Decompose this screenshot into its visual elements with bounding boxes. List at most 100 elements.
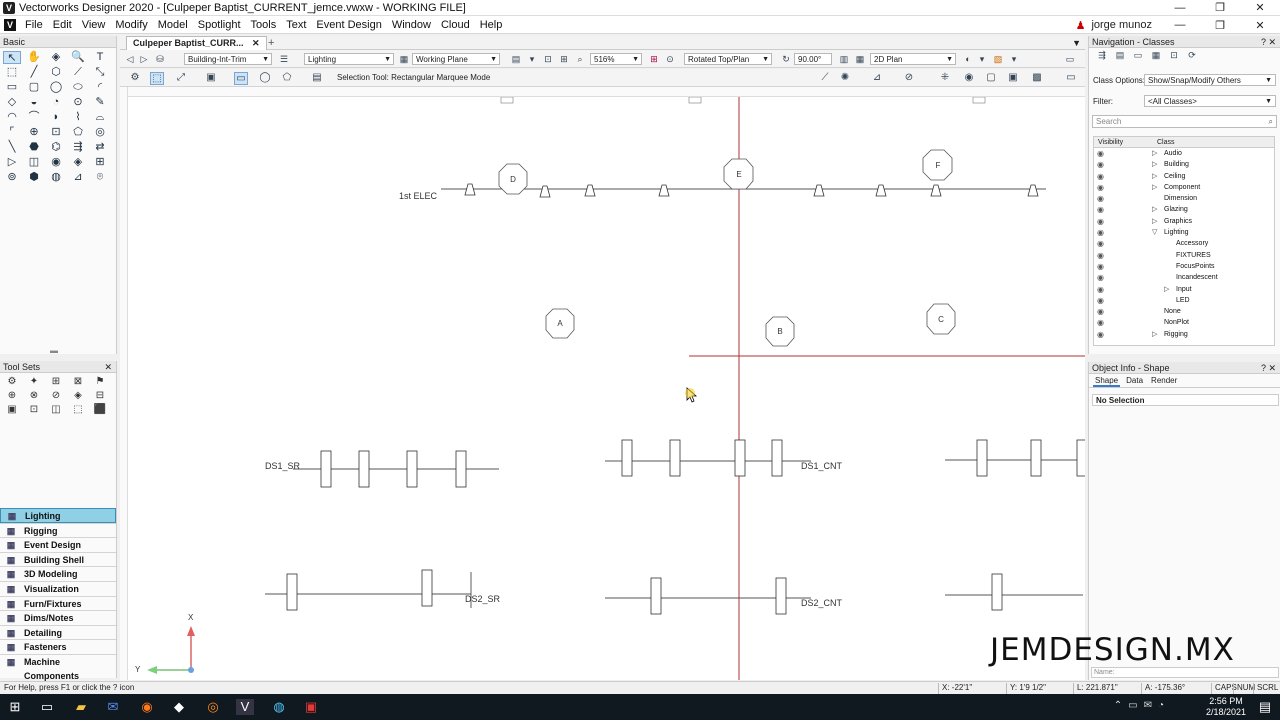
category-lighting[interactable]: ▦ Lighting — [0, 508, 116, 523]
saved-views-icon[interactable]: ▧ — [992, 53, 1004, 65]
expand-toggle-icon[interactable]: ▷ — [1152, 329, 1157, 340]
menu-spotlight[interactable]: Spotlight — [193, 19, 246, 31]
toolset-tool-3-icon[interactable]: ⊠ — [69, 376, 87, 388]
doc-restore-button[interactable]: ❐ — [1200, 19, 1240, 32]
more-icon[interactable]: ▭ — [1064, 72, 1078, 85]
visibility-eye-icon[interactable]: ◉ — [1097, 182, 1104, 193]
toolset-tool-8-icon[interactable]: ◈ — [69, 390, 87, 402]
class-row[interactable]: ◉ Incandescent — [1094, 272, 1274, 283]
dropdown-icon[interactable]: ▾ — [526, 53, 538, 65]
windows-start-icon[interactable]: ⊞ — [6, 699, 24, 715]
tab-render[interactable]: Render — [1149, 374, 1179, 387]
app-icon[interactable]: ◆ — [170, 699, 188, 715]
snap-surface-icon[interactable]: ▢ — [984, 72, 998, 85]
basic-tool-30-icon[interactable]: ╲ — [3, 141, 21, 154]
toolset-tool-13-icon[interactable]: ⬚ — [69, 404, 87, 416]
zoom-select[interactable]: 516% ▼ — [590, 53, 642, 65]
basic-tool-29-icon[interactable]: ◎ — [91, 126, 109, 139]
chrome-icon[interactable]: ◍ — [270, 699, 288, 715]
basic-tool-23-icon[interactable]: ⌇ — [69, 111, 87, 124]
notification-icon[interactable]: ♟ — [1076, 19, 1086, 32]
visibility-eye-icon[interactable]: ◉ — [1097, 204, 1104, 215]
transform-mode-icon[interactable]: ⤢ — [174, 72, 188, 85]
mail-icon[interactable]: ✉ — [104, 699, 122, 715]
lasso-mode-icon[interactable]: ◯ — [258, 72, 272, 85]
toolset-tool-12-icon[interactable]: ◫ — [47, 404, 65, 416]
layer-icon[interactable]: ☰ — [278, 53, 290, 65]
design-layers-icon[interactable]: ▤ — [1113, 50, 1127, 60]
doc-minimize-button[interactable]: — — [1160, 19, 1200, 31]
basic-tool-15-icon[interactable]: ◇ — [3, 96, 21, 109]
basic-tool-12-icon[interactable]: ◯ — [47, 81, 65, 94]
category-machine-components[interactable]: ▦ Machine Components — [0, 653, 116, 681]
visibility-eye-icon[interactable]: ◉ — [1097, 261, 1104, 272]
visibility-eye-icon[interactable]: ◉ — [1097, 216, 1104, 227]
class-row[interactable]: ◉ Dimension — [1094, 193, 1274, 204]
blender-icon[interactable]: ◎ — [204, 699, 222, 715]
expand-toggle-icon[interactable]: ▷ — [1164, 284, 1169, 295]
toolset-tool-4-icon[interactable]: ⚑ — [91, 376, 109, 388]
close-window-button[interactable]: ✕ — [1240, 0, 1280, 16]
class-row[interactable]: ◉ ▽ Lighting — [1094, 227, 1274, 238]
class-row[interactable]: ◉ ▷ Input — [1094, 284, 1274, 295]
flyover-icon[interactable]: ⊞ — [648, 53, 660, 65]
minimize-button[interactable]: — — [1160, 0, 1200, 16]
zoom-area-icon[interactable]: ⊞ — [558, 53, 570, 65]
classes-icon[interactable]: ⇶ — [1095, 50, 1109, 60]
menu-model[interactable]: Model — [153, 19, 193, 31]
visibility-eye-icon[interactable]: ◉ — [1097, 284, 1104, 295]
basic-tool-41-icon[interactable]: ⬢ — [25, 171, 43, 184]
visibility-eye-icon[interactable]: ◉ — [1097, 227, 1104, 238]
view-select[interactable]: Rotated Top/Plan ▼ — [684, 53, 772, 65]
toolset-tool-9-icon[interactable]: ⊟ — [91, 390, 109, 402]
taskbar-clock[interactable]: 2:56 PM 2/18/2021 — [1206, 696, 1246, 718]
view-icon[interactable]: ⊙ — [664, 53, 676, 65]
category-rigging[interactable]: ▦ Rigging — [0, 522, 116, 538]
forward-arrow-icon[interactable]: ▷ — [138, 53, 150, 65]
back-arrow-icon[interactable]: ◁ — [124, 53, 136, 65]
close-icon[interactable]: ✕ — [104, 361, 112, 373]
menu-window[interactable]: Window — [387, 19, 436, 31]
unrotate-icon[interactable]: ▥ — [838, 53, 850, 65]
viewports-icon[interactable]: ▦ — [1149, 50, 1163, 60]
category-detailing[interactable]: ▦ Detailing — [0, 624, 116, 640]
settings-mode-icon[interactable]: ▤ — [310, 72, 324, 85]
menu-cloud[interactable]: Cloud — [436, 19, 475, 31]
basic-tool-19-icon[interactable]: ✎ — [91, 96, 109, 109]
expand-toggle-icon[interactable]: ▷ — [1152, 216, 1157, 227]
expand-toggle-icon[interactable]: ▷ — [1152, 159, 1157, 170]
basic-tool-17-icon[interactable]: ◔ — [47, 96, 65, 109]
expand-toggle-icon[interactable]: ▽ — [1152, 227, 1157, 238]
drawing-canvas[interactable]: D E F A B C 1st ELEC DS1_SR DS1_CNT DS2_… — [121, 87, 1085, 680]
tab-data[interactable]: Data — [1124, 374, 1145, 387]
basic-tool-22-icon[interactable]: ◗ — [47, 111, 65, 124]
dropdown-icon[interactable]: ▾ — [1008, 53, 1020, 65]
visibility-eye-icon[interactable]: ◉ — [1097, 272, 1104, 283]
active-plane-select[interactable]: Working Plane ▼ — [412, 53, 500, 65]
menu-view[interactable]: View — [77, 19, 111, 31]
menu-text[interactable]: Text — [281, 19, 311, 31]
basic-tool-7-icon[interactable]: ⬡ — [47, 66, 65, 79]
basic-tool-3-icon[interactable]: 🔍 — [69, 51, 87, 64]
vectorworks-taskbar-icon[interactable]: V — [236, 699, 254, 715]
toolset-tool-7-icon[interactable]: ⊘ — [47, 390, 65, 402]
basic-tool-27-icon[interactable]: ⊡ — [47, 126, 65, 139]
grid-icon[interactable]: ▤ — [510, 53, 522, 65]
snap-object-icon[interactable]: ⊿ — [870, 72, 884, 85]
class-options-select[interactable]: Show/Snap/Modify Others ▼ — [1144, 74, 1276, 86]
doc-close-button[interactable]: ✕ — [1240, 19, 1280, 32]
rect-select-mode-icon[interactable]: ▭ — [234, 72, 248, 85]
category-building-shell[interactable]: ▦ Building Shell — [0, 551, 116, 567]
basic-tool-0-icon[interactable]: ↖ — [3, 51, 21, 64]
basic-tool-25-icon[interactable]: ⌜ — [3, 126, 21, 139]
category-furn-fixtures[interactable]: ▦ Furn/Fixtures — [0, 595, 116, 611]
plane-icon[interactable]: ▦ — [398, 53, 410, 65]
menu-tools[interactable]: Tools — [246, 19, 282, 31]
visibility-eye-icon[interactable]: ◉ — [1097, 238, 1104, 249]
basic-tool-37-icon[interactable]: ◉ — [47, 156, 65, 169]
marquee-mode-icon[interactable]: ⬚ — [150, 72, 164, 85]
class-row[interactable]: ◉ ▷ Audio — [1094, 148, 1274, 159]
poly-mode-icon[interactable]: ⬠ — [280, 72, 294, 85]
zoom-fit-icon[interactable]: ⊡ — [542, 53, 554, 65]
snap-tangent-icon[interactable]: ◉ — [962, 72, 976, 85]
